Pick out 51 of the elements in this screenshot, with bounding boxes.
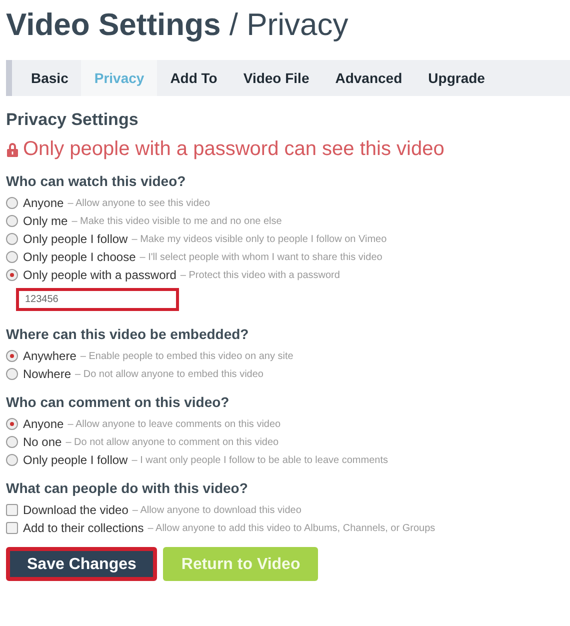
- option-label: Anyone: [23, 417, 64, 431]
- radio-button[interactable]: [6, 197, 18, 209]
- option-hint: – Make my videos visible only to people I follow on Vimeo: [132, 234, 387, 244]
- option-hint: – Allow anyone to download this video: [132, 504, 302, 516]
- checkbox[interactable]: [6, 522, 18, 534]
- option-label: Only people I choose: [23, 250, 136, 264]
- option-label: Only people with a password: [23, 268, 176, 282]
- tab[interactable]: Add To: [157, 60, 230, 96]
- tab[interactable]: Advanced: [322, 60, 416, 96]
- section-title: Privacy Settings: [6, 110, 140, 130]
- option-hint: – Do not allow anyone to embed this video: [75, 368, 264, 380]
- lock-icon: [6, 142, 19, 157]
- radio-button[interactable]: [6, 251, 18, 263]
- option-label: Nowhere: [23, 367, 72, 381]
- option-label: Only me: [23, 214, 68, 228]
- tab[interactable]: Video File: [230, 60, 322, 96]
- question-heading: Who can comment on this video?: [6, 394, 230, 410]
- option-hint: – Protect this video with a password: [180, 270, 340, 280]
- question-heading: Where can this video be embedded?: [6, 326, 250, 342]
- radio-button[interactable]: [6, 350, 18, 362]
- radio-button[interactable]: [6, 436, 18, 448]
- option-label: Only people I follow: [23, 232, 128, 246]
- question-heading: Who can watch this video?: [6, 173, 187, 189]
- radio-button[interactable]: [6, 269, 18, 281]
- radio-button[interactable]: [6, 215, 18, 227]
- option-label: Only people I follow: [23, 453, 128, 467]
- tab[interactable]: Basic: [18, 60, 82, 96]
- option-hint: – Allow anyone to add this video to Albums, Channels, or Groups: [148, 522, 436, 534]
- option-hint: – I'll select people with whom I want to share this video: [140, 252, 382, 262]
- option-label: Add to their collections: [23, 521, 144, 535]
- question-heading: What can people do with this video?: [6, 480, 249, 496]
- option-hint: – I want only people I follow to be able to leave comments: [132, 454, 388, 466]
- option-label: Anyone: [23, 196, 64, 210]
- password-field[interactable]: 123456: [16, 288, 179, 311]
- checkbox[interactable]: [6, 504, 18, 516]
- option-label: Anywhere: [23, 349, 76, 363]
- option-hint: – Make this video visible to me and no one else: [72, 216, 282, 226]
- option-hint: – Allow anyone to leave comments on this video: [68, 418, 281, 430]
- option-hint: – Allow anyone to see this video: [68, 198, 210, 208]
- radio-button[interactable]: [6, 418, 18, 430]
- tab[interactable]: Upgrade: [415, 60, 498, 96]
- option-label: No one: [23, 435, 62, 449]
- option-hint: – Do not allow anyone to comment on this video: [66, 436, 279, 448]
- radio-button[interactable]: [6, 233, 18, 245]
- page-title: Video Settings / Privacy: [6, 6, 350, 44]
- save-button[interactable]: Save Changes: [6, 547, 158, 581]
- radio-button[interactable]: [6, 454, 18, 466]
- option-label: Download the video: [23, 503, 128, 517]
- privacy-notice: Only people with a password can see this video: [23, 138, 444, 161]
- option-hint: – Enable people to embed this video on any site: [80, 350, 294, 362]
- radio-button[interactable]: [6, 368, 18, 380]
